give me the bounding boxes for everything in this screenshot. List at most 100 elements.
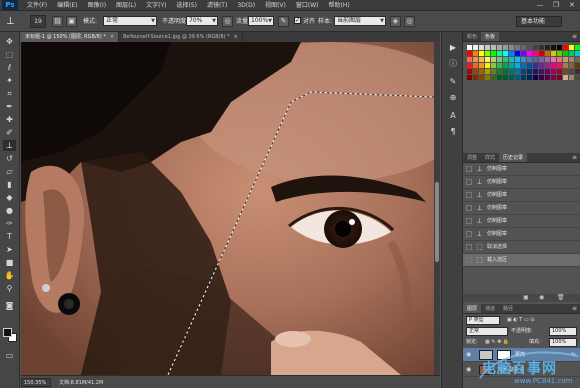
color-swatch[interactable] (509, 63, 514, 68)
color-swatch[interactable] (527, 45, 532, 50)
color-swatch[interactable] (473, 51, 478, 56)
brush-panel-icon[interactable]: ▤ (52, 16, 63, 27)
color-swatch[interactable] (503, 63, 508, 68)
color-swatch[interactable] (509, 57, 514, 62)
move-tool-icon[interactable]: ✥ (3, 36, 16, 47)
restore-button[interactable]: ❐ (548, 0, 564, 11)
color-swatch[interactable] (569, 57, 574, 62)
pressure-size-icon[interactable]: ◎ (404, 16, 415, 27)
eyedropper-tool-icon[interactable]: ✒ (3, 101, 16, 112)
minimize-button[interactable]: — (532, 0, 548, 11)
history-brush-source-icon[interactable] (466, 231, 472, 237)
ignore-adjustment-icon[interactable]: ◈ (390, 16, 401, 27)
lock-icons[interactable]: ▦ ✎ ✥ 🔒 (485, 339, 509, 346)
history-item-selected[interactable]: ⬚ 载入选区 (463, 254, 580, 267)
airbrush-icon[interactable]: ✎ (278, 16, 289, 27)
trash-icon[interactable]: 🗑 (557, 294, 565, 302)
hand-tool-icon[interactable]: ✋ (3, 270, 16, 281)
close-tab-icon[interactable]: × (110, 32, 114, 42)
color-swatch[interactable] (467, 45, 472, 50)
color-swatch[interactable] (521, 75, 526, 80)
history-item[interactable]: ⊥ 仿制图章 (463, 215, 580, 228)
paragraph-panel-icon[interactable]: ¶ (446, 126, 460, 138)
color-swatch[interactable] (551, 75, 556, 80)
color-swatch[interactable] (509, 75, 514, 80)
color-swatch[interactable] (491, 51, 496, 56)
screen-mode-icon[interactable]: ▭ (3, 350, 16, 361)
menu-layer[interactable]: 图层(L) (111, 0, 141, 11)
color-swatch[interactable] (557, 57, 562, 62)
close-tab-icon[interactable]: × (234, 32, 238, 42)
crop-tool-icon[interactable]: ⌗ (3, 88, 16, 99)
camera-snapshot-icon[interactable]: ◉ (539, 294, 544, 302)
zoom-level-field[interactable]: 150.35% (21, 377, 51, 387)
color-swatch[interactable] (521, 69, 526, 74)
lasso-tool-icon[interactable]: ℓ (3, 62, 16, 73)
color-swatch[interactable] (575, 63, 580, 68)
color-swatch[interactable] (533, 51, 538, 56)
shape-tool-icon[interactable]: ■ (3, 257, 16, 268)
color-swatch[interactable] (563, 51, 568, 56)
color-swatch[interactable] (473, 57, 478, 62)
color-swatch[interactable] (515, 51, 520, 56)
color-swatch[interactable] (533, 57, 538, 62)
color-swatch[interactable] (473, 45, 478, 50)
color-swatch[interactable] (479, 69, 484, 74)
color-swatch[interactable] (497, 57, 502, 62)
document-tab-inactive[interactable]: BeYourself-Source1.jpg @ 39.6% (RGB/8) *… (119, 32, 243, 42)
color-swatch[interactable] (551, 69, 556, 74)
menu-type[interactable]: 文字(Y) (141, 0, 171, 11)
color-swatch[interactable] (563, 69, 568, 74)
color-swatch[interactable] (539, 57, 544, 62)
eye-icon[interactable]: ◉ (466, 351, 471, 359)
tab-history[interactable]: 历史记录 (499, 153, 528, 162)
blur-tool-icon[interactable]: ◆ (3, 192, 16, 203)
mode-select[interactable]: 正常 ▼ (103, 16, 157, 26)
workspace-switcher[interactable]: 基本功能 (516, 16, 562, 27)
tab-swatches[interactable]: 色板 (481, 32, 500, 41)
panel-menu-icon[interactable]: ≡ (572, 304, 577, 314)
color-swatch[interactable] (485, 63, 490, 68)
type-tool-icon[interactable]: T (3, 231, 16, 242)
tab-channels[interactable]: 通道 (481, 304, 499, 313)
color-swatch[interactable] (485, 69, 490, 74)
history-brush-source-icon[interactable] (466, 192, 472, 198)
brush-size-picker[interactable]: 19 (30, 15, 46, 28)
color-swatch[interactable] (545, 51, 550, 56)
history-item[interactable]: ⊥ 仿制图章 (463, 228, 580, 241)
pen-tool-icon[interactable]: ✑ (3, 218, 16, 229)
color-swatch[interactable] (563, 75, 568, 80)
color-swatch[interactable] (497, 69, 502, 74)
color-swatch[interactable] (569, 69, 574, 74)
color-swatch[interactable] (515, 75, 520, 80)
menu-file[interactable]: 文件(F) (22, 0, 52, 11)
color-swatch[interactable] (533, 45, 538, 50)
color-swatch[interactable] (557, 75, 562, 80)
color-swatch[interactable] (527, 69, 532, 74)
color-swatch[interactable] (497, 51, 502, 56)
play-actions-icon[interactable]: ▶ (446, 42, 460, 54)
pressure-opacity-icon[interactable]: ◎ (222, 16, 233, 27)
history-item[interactable]: ⊥ 仿制图章 (463, 189, 580, 202)
menu-edit[interactable]: 编辑(E) (52, 0, 82, 11)
history-item[interactable]: ⊥ 仿制图章 (463, 163, 580, 176)
gradient-tool-icon[interactable]: ▮ (3, 179, 16, 190)
menu-window[interactable]: 窗口(W) (291, 0, 324, 11)
color-swatch[interactable] (545, 45, 550, 50)
color-swatch[interactable] (509, 51, 514, 56)
panel-menu-icon[interactable]: ≡ (572, 153, 577, 163)
fill-field[interactable]: 100% (549, 338, 577, 347)
new-document-from-state-icon[interactable]: ▣ (523, 294, 529, 302)
color-swatch[interactable] (569, 75, 574, 80)
color-swatch[interactable] (551, 51, 556, 56)
clone-stamp-tool-preset-icon[interactable]: ⊥ (6, 15, 24, 28)
color-swatch[interactable] (551, 57, 556, 62)
color-swatch[interactable] (473, 75, 478, 80)
color-swatch[interactable] (575, 75, 580, 80)
color-swatch[interactable] (569, 63, 574, 68)
healing-brush-tool-icon[interactable]: ✚ (3, 114, 16, 125)
quick-select-tool-icon[interactable]: ✦ (3, 75, 16, 86)
color-swatch[interactable] (533, 75, 538, 80)
color-swatch[interactable] (533, 63, 538, 68)
color-swatch[interactable] (467, 69, 472, 74)
